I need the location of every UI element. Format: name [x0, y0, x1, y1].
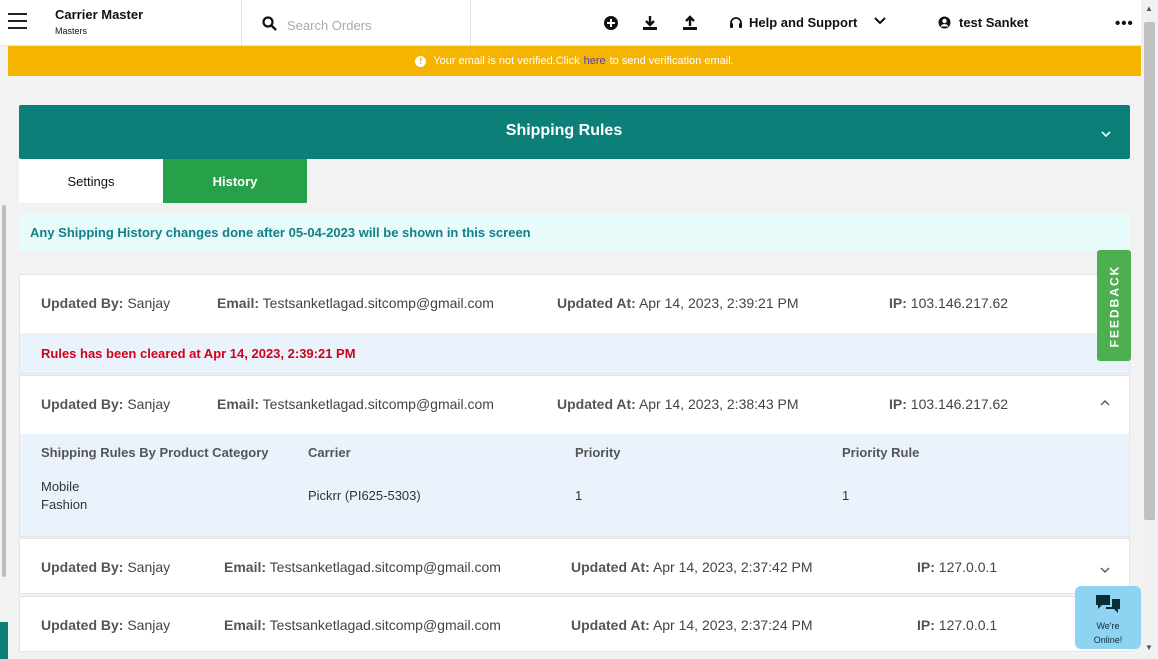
- history-entry[interactable]: Updated By: Sanjay Email: Testsanketlaga…: [19, 274, 1130, 374]
- add-circle-icon[interactable]: [602, 14, 620, 32]
- updated-by-label: Updated By:: [41, 559, 124, 575]
- menu-icon[interactable]: [8, 13, 27, 29]
- updated-by-label: Updated By:: [41, 617, 124, 633]
- carrier-value: Pickrr (PI625-5303): [308, 488, 421, 503]
- updated-at-value: Apr 14, 2023, 2:38:43 PM: [638, 396, 799, 412]
- history-entry-header[interactable]: Updated By: Sanjay Email: Testsanketlaga…: [20, 376, 1129, 432]
- user-name: test Sanket: [959, 15, 1029, 30]
- chat-status-line1: We're: [1096, 621, 1120, 631]
- updated-by-label: Updated By:: [41, 295, 124, 311]
- divider: [470, 0, 471, 45]
- updated-at-value: Apr 14, 2023, 2:37:42 PM: [652, 559, 813, 575]
- history-entry[interactable]: Updated By: Sanjay Email: Testsanketlaga…: [19, 596, 1130, 652]
- scroll-down-icon[interactable]: ▼: [1145, 643, 1153, 652]
- warning-icon: !: [415, 55, 427, 67]
- help-label: Help and Support: [749, 15, 858, 30]
- rules-cleared-message: Rules has been cleared at Apr 14, 2023, …: [20, 333, 1129, 373]
- column-header-category: Shipping Rules By Product Category: [41, 445, 269, 460]
- search-input[interactable]: [285, 13, 459, 37]
- category-item: Fashion: [41, 497, 88, 512]
- scrollbar[interactable]: ▲ ▼: [1141, 0, 1158, 659]
- updated-at-value: Apr 14, 2023, 2:37:24 PM: [652, 617, 813, 633]
- top-bar: Carrier Master Masters Help and Support …: [0, 0, 1141, 46]
- priority-rule-value: 1: [842, 488, 850, 503]
- email-value: Testsanketlagad.sitcomp@gmail.com: [262, 396, 494, 412]
- column-header-priority-rule: Priority Rule: [842, 445, 920, 460]
- app-subtitle: Masters: [55, 26, 88, 36]
- email-value: Testsanketlagad.sitcomp@gmail.com: [269, 617, 501, 633]
- email-label: Email:: [217, 396, 260, 412]
- email-label: Email:: [217, 295, 260, 311]
- category-item: Mobile: [41, 479, 80, 494]
- scroll-up-icon[interactable]: ▲: [1145, 4, 1153, 13]
- section-title: Shipping Rules: [505, 122, 623, 139]
- feedback-button[interactable]: FEEDBACK: [1097, 250, 1131, 361]
- side-accent: [0, 622, 8, 659]
- chat-status-line2: Online!: [1093, 635, 1123, 645]
- ip-value: 127.0.0.1: [938, 559, 998, 575]
- download-icon[interactable]: [641, 14, 659, 32]
- updated-by-label: Updated By:: [41, 396, 124, 412]
- updated-by-value: Sanjay: [127, 617, 171, 633]
- history-entry-header[interactable]: Updated By: Sanjay Email: Testsanketlaga…: [20, 275, 1129, 331]
- search-icon[interactable]: [262, 16, 277, 31]
- feedback-label: FEEDBACK: [1107, 264, 1122, 347]
- column-header-carrier: Carrier: [308, 445, 351, 460]
- email-label: Email:: [224, 617, 267, 633]
- chat-widget[interactable]: We're Online!: [1075, 586, 1141, 649]
- updated-at-label: Updated At:: [557, 396, 636, 412]
- upload-icon[interactable]: [681, 14, 699, 32]
- tab-history[interactable]: History: [163, 159, 307, 203]
- updated-at-label: Updated At:: [571, 617, 650, 633]
- user-menu[interactable]: test Sanket: [938, 15, 1028, 30]
- history-entry-header[interactable]: Updated By: Sanjay Email: Testsanketlaga…: [20, 539, 1129, 595]
- history-info-message: Any Shipping History changes done after …: [19, 213, 1130, 252]
- chat-bubble-icon: [1096, 595, 1120, 613]
- app-title: Carrier Master: [55, 7, 144, 22]
- ip-label: IP:: [917, 559, 935, 575]
- headset-icon: [730, 16, 742, 28]
- updated-at-label: Updated At:: [557, 295, 636, 311]
- scrollbar-thumb[interactable]: [1144, 22, 1155, 520]
- banner-text-after: to send verification email.: [609, 55, 734, 67]
- help-and-support[interactable]: Help and Support: [729, 15, 857, 30]
- updated-at-label: Updated At:: [571, 559, 650, 575]
- ip-value: 103.146.217.62: [910, 396, 1009, 412]
- updated-by-value: Sanjay: [127, 396, 171, 412]
- chevron-up-icon[interactable]: [1099, 398, 1111, 408]
- ip-value: 103.146.217.62: [910, 295, 1009, 311]
- chevron-down-icon[interactable]: [1099, 565, 1111, 575]
- ip-label: IP:: [917, 617, 935, 633]
- updated-at-value: Apr 14, 2023, 2:39:21 PM: [638, 295, 799, 311]
- tab-settings[interactable]: Settings: [19, 159, 163, 203]
- updated-by-value: Sanjay: [127, 559, 171, 575]
- priority-value: 1: [575, 488, 583, 503]
- column-header-priority: Priority: [575, 445, 621, 460]
- history-entry-header[interactable]: Updated By: Sanjay Email: Testsanketlaga…: [20, 597, 1129, 653]
- email-value: Testsanketlagad.sitcomp@gmail.com: [269, 559, 501, 575]
- category-value: Mobile Fashion: [41, 478, 87, 514]
- ip-label: IP:: [889, 295, 907, 311]
- chevron-down-icon[interactable]: [873, 14, 887, 28]
- more-options-icon[interactable]: •••: [1115, 15, 1134, 32]
- ip-label: IP:: [889, 396, 907, 412]
- tabs: Settings History: [19, 159, 307, 203]
- history-entry[interactable]: Updated By: Sanjay Email: Testsanketlaga…: [19, 538, 1130, 594]
- page-scroll-indicator: [2, 205, 6, 577]
- verify-email-link[interactable]: here: [584, 55, 606, 67]
- history-entry[interactable]: Updated By: Sanjay Email: Testsanketlaga…: [19, 375, 1130, 537]
- email-label: Email:: [224, 559, 267, 575]
- chevron-down-icon[interactable]: [1100, 129, 1112, 139]
- email-verification-banner: ! Your email is not verified.Click here …: [8, 46, 1141, 76]
- ip-value: 127.0.0.1: [938, 617, 998, 633]
- updated-by-value: Sanjay: [127, 295, 171, 311]
- shipping-rules-header[interactable]: Shipping Rules: [19, 105, 1130, 159]
- rule-details-table: Shipping Rules By Product Category Carri…: [20, 434, 1129, 536]
- divider: [241, 0, 242, 45]
- banner-text: Your email is not verified.Click: [433, 55, 580, 67]
- user-icon: [938, 16, 951, 29]
- email-value: Testsanketlagad.sitcomp@gmail.com: [262, 295, 494, 311]
